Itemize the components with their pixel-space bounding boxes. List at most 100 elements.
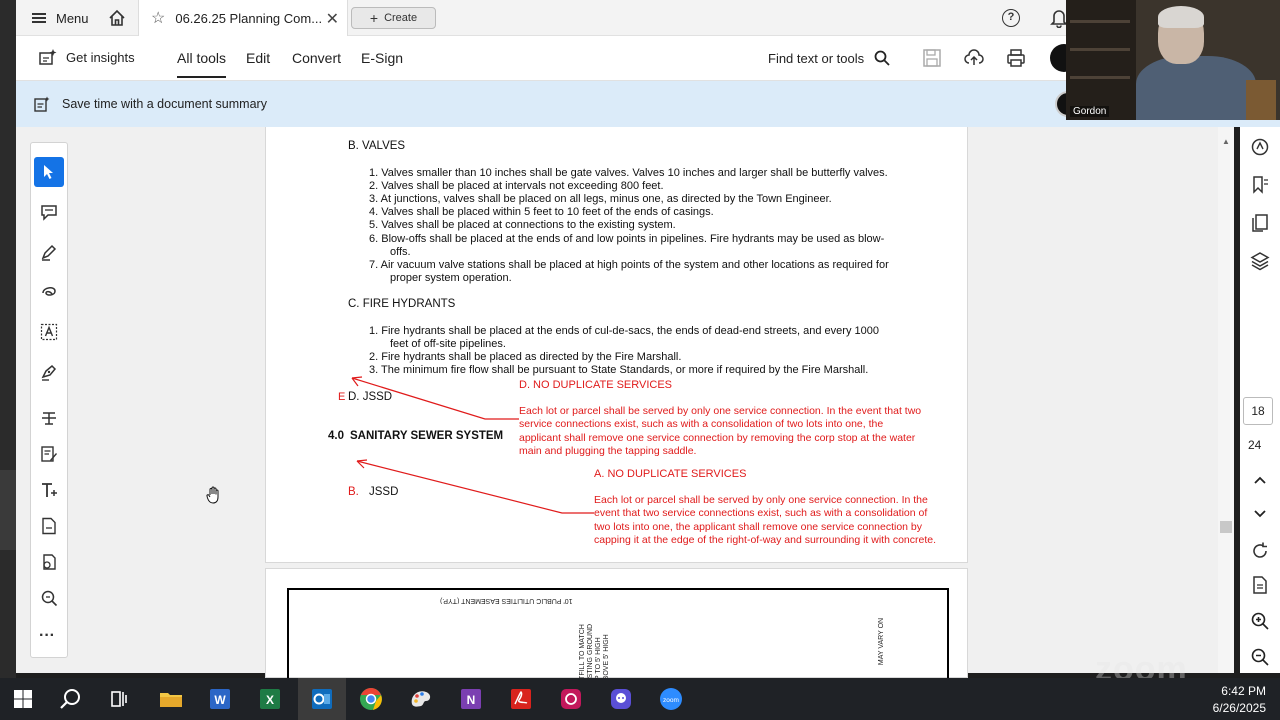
drawing-label: MAY VARY ON (878, 617, 886, 666)
valves-item: 4. Valves shall be placed within 5 feet … (369, 206, 714, 218)
hydrants-item-continuation: feet of off-site pipelines. (390, 338, 506, 350)
menu-button[interactable]: Menu (32, 8, 89, 28)
search-document-tool-icon[interactable] (34, 583, 64, 613)
comment-tool-icon[interactable] (34, 197, 64, 227)
outlook-icon[interactable] (298, 678, 346, 720)
system-clock[interactable]: 6:42 PM 6/26/2025 (1213, 683, 1266, 717)
add-text-tool-icon[interactable] (34, 475, 64, 505)
tab-all-tools[interactable]: All tools (177, 50, 227, 78)
taskbar: W X N zoom 6:42 PM 6/26/2025 (0, 678, 1280, 720)
create-label: Create (384, 12, 418, 24)
valves-item-continuation: proper system operation. (390, 272, 512, 284)
svg-text:W: W (214, 693, 226, 707)
hydrants-item: 3. The minimum fire flow shall be pursua… (369, 364, 869, 376)
chrome-icon[interactable] (358, 686, 384, 712)
valves-item: 5. Valves shall be placed at connections… (369, 219, 676, 231)
find-text-label: Find text or tools (768, 50, 865, 66)
clock-time: 6:42 PM (1221, 684, 1266, 698)
tab-edit[interactable]: Edit (246, 50, 270, 66)
search-icon[interactable] (58, 686, 84, 712)
page-down-icon[interactable] (1250, 503, 1270, 523)
valves-item: 6. Blow-offs shall be placed at the ends… (369, 233, 885, 245)
acrobat-icon[interactable] (508, 686, 534, 712)
svg-text:X: X (266, 693, 274, 707)
plus-icon: + (369, 10, 379, 26)
find-text-tools-button[interactable]: Find text or tools (768, 50, 890, 66)
annotation-title: A. NO DUPLICATE SERVICES (594, 468, 747, 480)
get-insights-button[interactable]: Get insights (38, 48, 135, 66)
current-page-input[interactable]: 18 (1243, 397, 1273, 425)
task-view-icon[interactable] (106, 686, 132, 712)
star-icon[interactable]: ☆ (151, 8, 165, 28)
tab-convert[interactable]: Convert (292, 50, 341, 66)
video-feed[interactable]: Gordon (1066, 0, 1280, 120)
total-pages: 24 (1248, 438, 1262, 452)
menu-label: Menu (56, 10, 89, 26)
word-icon[interactable]: W (207, 686, 233, 712)
document-tab[interactable]: ☆ 06.26.25 Planning Com... ✕ (138, 0, 348, 36)
print-icon[interactable] (1006, 48, 1026, 68)
save-icon[interactable] (922, 48, 942, 68)
document-tab-title: 06.26.25 Planning Com... (175, 10, 323, 26)
scrollbar-thumb[interactable] (1220, 521, 1232, 533)
compress-tool-icon[interactable] (34, 547, 64, 577)
jssd-d-heading: D. JSSD (348, 391, 393, 403)
home-icon[interactable] (108, 9, 126, 27)
get-insights-label: Get insights (66, 49, 135, 65)
text-box-tool-icon[interactable] (34, 317, 64, 347)
valves-heading: B. VALVES (348, 140, 406, 152)
search-icon (874, 50, 890, 66)
document-summary-icon (34, 96, 50, 112)
zoom-in-icon[interactable] (1250, 611, 1270, 631)
scroll-up-icon[interactable]: ▲ (1222, 137, 1230, 146)
edit-form-tool-icon[interactable] (34, 439, 64, 469)
highlight-tool-icon[interactable] (34, 237, 64, 267)
insights-icon (39, 49, 57, 65)
annotation-body: Each lot or parcel shall be served by on… (594, 494, 937, 546)
excel-icon[interactable]: X (257, 686, 283, 712)
bookmark-icon[interactable] (1250, 175, 1270, 195)
chat-app-icon[interactable] (608, 686, 634, 712)
layers-icon[interactable] (1250, 251, 1270, 271)
vertical-scrollbar[interactable]: ▲ (1218, 127, 1234, 673)
fit-page-icon[interactable] (1250, 575, 1270, 595)
tab-esign[interactable]: E-Sign (361, 50, 403, 66)
strikethrough-tool-icon[interactable] (34, 403, 64, 433)
tab-bar: Menu ☆ 06.26.25 Planning Com... ✕ + Crea… (16, 0, 1068, 36)
onenote-icon[interactable]: N (458, 686, 484, 712)
page-up-icon[interactable] (1250, 470, 1270, 490)
select-tool-icon[interactable] (34, 157, 64, 187)
ai-assistant-icon[interactable] (1250, 137, 1270, 157)
drawing-label: UTFILL TO MATCH KISTING GROUND UP TO 5' … (579, 623, 610, 685)
valves-item: 1. Valves smaller than 10 inches shall b… (369, 167, 888, 179)
annotation-body: Each lot or parcel shall be served by on… (519, 405, 922, 457)
file-explorer-icon[interactable] (158, 686, 184, 712)
hydrants-item: 1. Fire hydrants shall be placed at the … (369, 325, 879, 337)
create-button[interactable]: + Create (351, 7, 436, 29)
drawing-frame (287, 588, 949, 688)
zoom-app-icon[interactable]: zoom (658, 686, 684, 712)
jssd-b-heading: JSSD (369, 486, 399, 498)
svg-text:N: N (467, 693, 476, 707)
hydrants-item: 2. Fire hydrants shall be placed as dire… (369, 351, 682, 363)
pages-icon[interactable] (1250, 213, 1270, 233)
drawing-label: 10' PUBLIC UTILITIES EASEMENT (TYP.) (440, 597, 573, 604)
refresh-icon[interactable] (1250, 541, 1270, 561)
cloud-upload-icon[interactable] (964, 48, 984, 68)
clock-date: 6/26/2025 (1212, 701, 1266, 715)
more-tools-icon[interactable]: ··· (39, 627, 55, 645)
section-title: SANITARY SEWER SYSTEM (350, 430, 504, 442)
draw-tool-icon[interactable] (34, 277, 64, 307)
export-pdf-tool-icon[interactable] (34, 511, 64, 541)
paint-icon[interactable] (408, 686, 434, 712)
photos-icon[interactable] (558, 686, 584, 712)
hydrants-heading: C. FIRE HYDRANTS (348, 298, 456, 310)
close-icon[interactable]: ✕ (326, 9, 339, 29)
valves-item-continuation: offs. (390, 246, 411, 258)
zoom-out-icon[interactable] (1250, 647, 1270, 667)
sign-tool-icon[interactable] (34, 357, 64, 387)
hamburger-icon (32, 13, 46, 23)
help-icon[interactable]: ? (1002, 9, 1020, 27)
windows-start-icon[interactable] (10, 686, 36, 712)
valves-item: 7. Air vacuum valve stations shall be pl… (369, 259, 889, 271)
